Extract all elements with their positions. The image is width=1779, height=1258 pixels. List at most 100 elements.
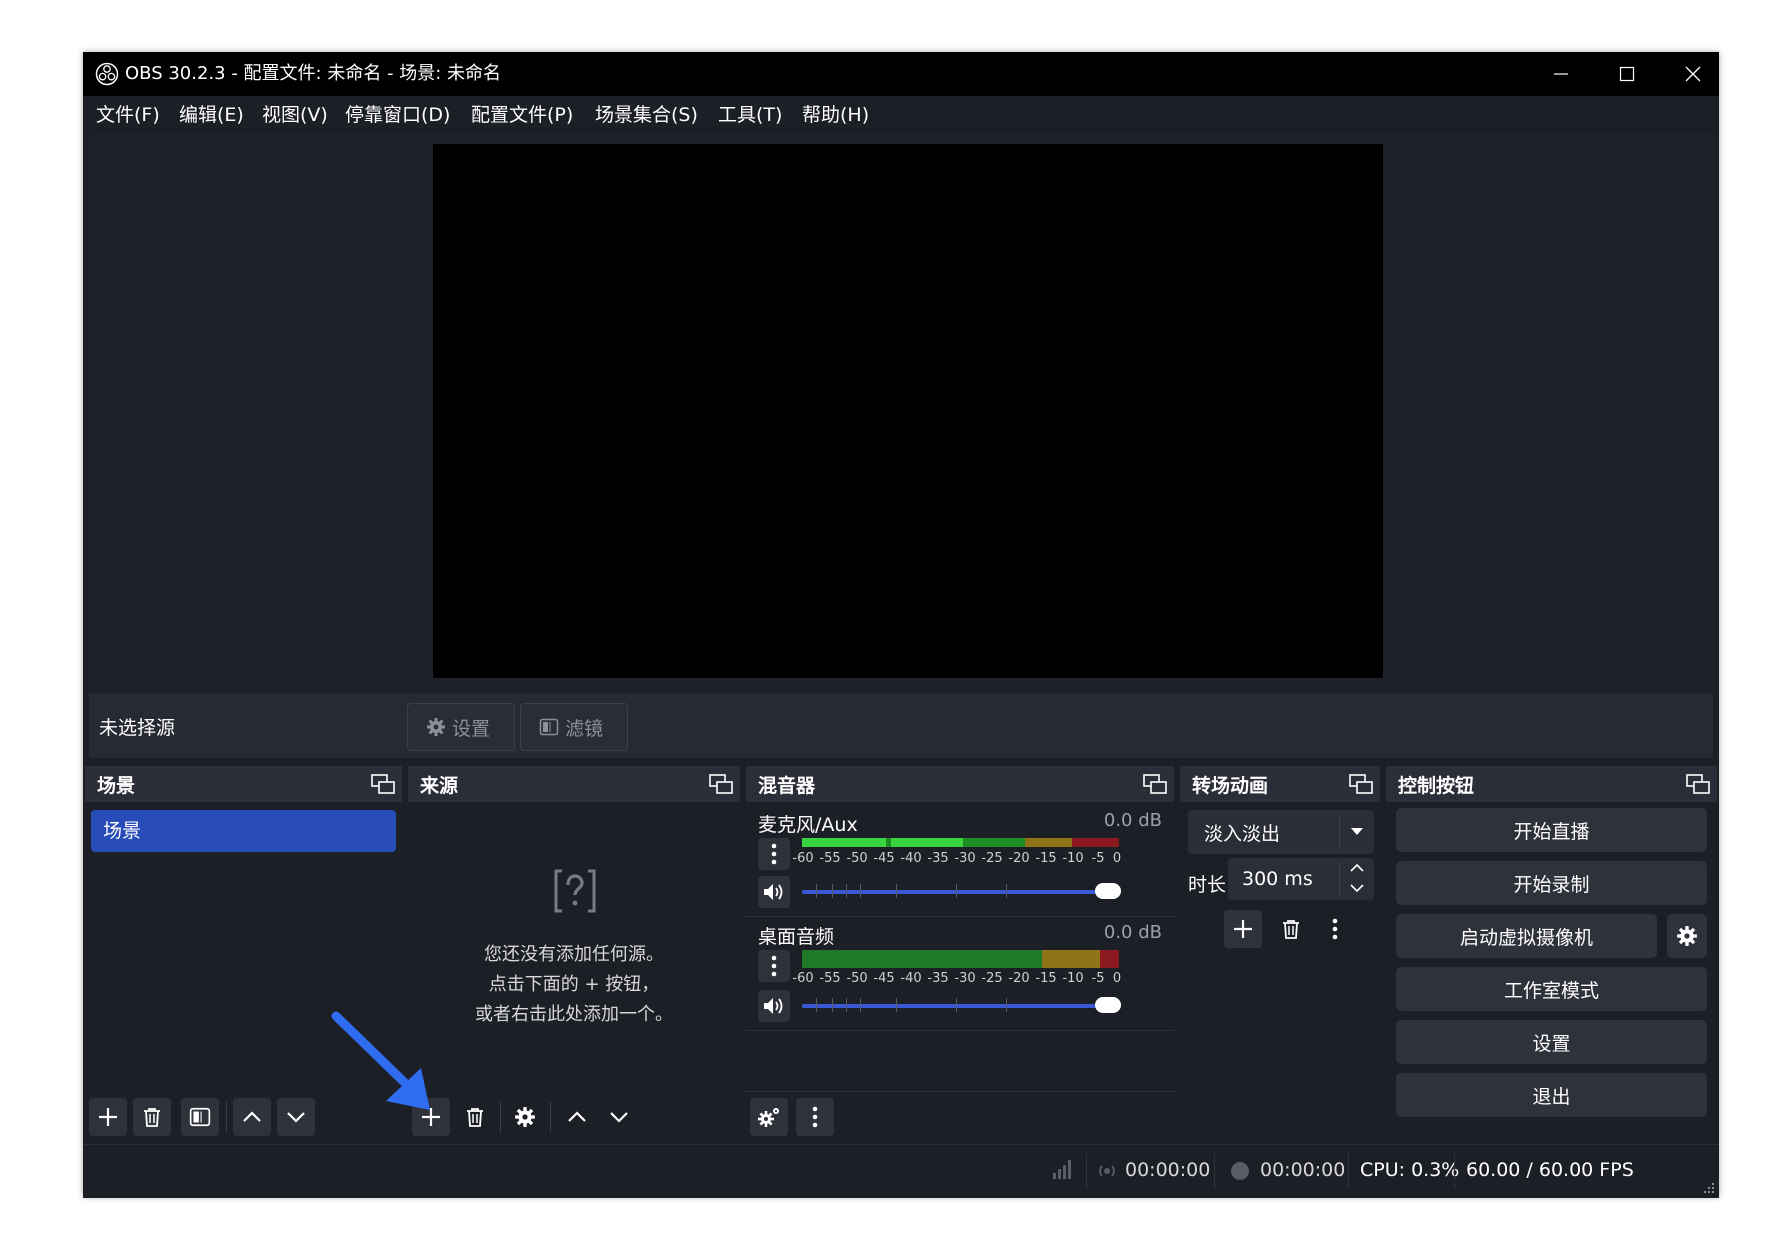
stream-time: 00:00:00 (1125, 1159, 1211, 1181)
cpu-usage: CPU: 0.3% (1360, 1159, 1460, 1181)
scenes-title: 场景 (97, 775, 136, 797)
mixer-dock-header: 混音器 (746, 766, 1174, 802)
move-source-down-button[interactable] (600, 1098, 638, 1136)
close-button[interactable] (1669, 58, 1717, 90)
empty-sources-line-1: 您还没有添加任何源。 (484, 944, 664, 965)
minimize-button[interactable] (1537, 58, 1585, 90)
duration-label: 时长 (1188, 874, 1227, 896)
source-properties-button[interactable] (506, 1098, 544, 1136)
volume-slider-handle[interactable] (1095, 997, 1121, 1013)
menu-docks[interactable]: 停靠窗口(D) (345, 102, 450, 128)
record-time: 00:00:00 (1260, 1159, 1346, 1181)
menu-file[interactable]: 文件(F) (96, 102, 160, 128)
scene-filters-button[interactable] (181, 1098, 219, 1136)
audio-meter (802, 838, 1119, 847)
sources-dock-header: 来源 (408, 766, 740, 802)
close-icon (1685, 66, 1701, 82)
start-recording-button[interactable]: 开始录制 (1396, 861, 1707, 905)
maximize-button[interactable] (1603, 58, 1651, 90)
mute-button[interactable] (758, 876, 790, 908)
undock-icon[interactable] (1348, 772, 1374, 796)
empty-sources-line-2: 点击下面的 + 按钮， (488, 974, 660, 995)
channel-menu-button[interactable] (758, 950, 790, 982)
empty-sources-line-3: 或者右击此处添加一个。 (475, 1004, 673, 1025)
gear-icon (515, 1107, 535, 1127)
duration-value: 300 ms (1242, 868, 1313, 890)
scenes-dock-header: 场景 (85, 766, 402, 802)
controls-dock: 控制按钮 开始直播 开始录制 启动虚拟摄像机 工作室模式 设置 退出 (1386, 766, 1717, 1144)
maximize-icon (1619, 66, 1635, 82)
source-filters-button[interactable]: 滤镜 (520, 703, 628, 751)
resize-grip-icon[interactable] (1703, 1182, 1715, 1194)
menu-help[interactable]: 帮助(H) (802, 102, 869, 128)
mixer-channel-mic: 麦克风/Aux 0.0 dB -60 -55 -50 -45 -40 -35 -30 -25-… (746, 802, 1174, 917)
mixer-dock: 混音器 麦克风/Aux 0.0 dB -60 -55 -50 -45 -40 -35 -30… (746, 766, 1174, 1144)
volume-slider[interactable] (802, 883, 1121, 899)
status-bar: 00:00:00 00:00:00 CPU: 0.3% 60.00 / 60.0… (83, 1144, 1719, 1198)
undock-icon[interactable] (708, 772, 734, 796)
transition-select-value: 淡入淡出 (1204, 822, 1281, 845)
broadcast-icon (1099, 1165, 1115, 1177)
exit-button[interactable]: 退出 (1396, 1073, 1707, 1117)
mixer-toolbar (746, 1091, 1174, 1144)
volume-slider-handle[interactable] (1095, 883, 1121, 899)
more-vertical-icon (812, 1106, 818, 1128)
start-virtual-camera-button[interactable]: 启动虚拟摄像机 (1396, 914, 1657, 958)
sources-title: 来源 (420, 775, 459, 797)
chevron-up-icon (243, 1111, 261, 1122)
source-settings-button[interactable]: 设置 (407, 703, 515, 751)
duration-input[interactable]: 300 ms (1228, 858, 1374, 900)
transition-properties-button[interactable] (1316, 910, 1354, 948)
transition-select[interactable]: 淡入淡出 (1188, 810, 1374, 854)
controls-title: 控制按钮 (1398, 775, 1475, 797)
undock-icon[interactable] (1142, 772, 1168, 796)
virtual-camera-settings-button[interactable] (1667, 914, 1707, 958)
add-scene-button[interactable] (89, 1098, 127, 1136)
advanced-audio-button[interactable] (750, 1098, 788, 1136)
menu-tools[interactable]: 工具(T) (718, 102, 782, 128)
spin-down-icon[interactable] (1350, 883, 1364, 893)
remove-source-button[interactable] (456, 1098, 494, 1136)
start-streaming-button[interactable]: 开始直播 (1396, 808, 1707, 852)
transitions-dock-header: 转场动画 (1180, 766, 1380, 802)
move-scene-up-button[interactable] (233, 1098, 271, 1136)
filter-icon (539, 718, 559, 736)
settings-button[interactable]: 设置 (1396, 1020, 1707, 1064)
menu-profile[interactable]: 配置文件(P) (471, 102, 573, 128)
gears-icon (758, 1108, 779, 1127)
question-mark-icon (554, 869, 596, 913)
studio-mode-button[interactable]: 工作室模式 (1396, 967, 1707, 1011)
trash-icon (144, 1108, 160, 1127)
controls-body: 开始直播 开始录制 启动虚拟摄像机 工作室模式 设置 退出 (1386, 802, 1717, 1144)
menu-view[interactable]: 视图(V) (262, 102, 328, 128)
menu-edit[interactable]: 编辑(E) (179, 102, 244, 128)
source-context-bar: 未选择源 设置 滤镜 (89, 693, 1713, 758)
add-transition-button[interactable] (1224, 910, 1262, 948)
menu-scene-collection[interactable]: 场景集合(S) (595, 102, 698, 128)
record-indicator-icon (1231, 1162, 1249, 1180)
undock-icon[interactable] (1685, 772, 1711, 796)
plus-icon (99, 1108, 117, 1126)
controls-dock-header: 控制按钮 (1386, 766, 1717, 802)
move-source-up-button[interactable] (558, 1098, 596, 1136)
preview-canvas[interactable] (433, 144, 1383, 678)
audio-meter (802, 950, 1119, 968)
source-filters-label: 滤镜 (565, 717, 604, 740)
move-scene-down-button[interactable] (277, 1098, 315, 1136)
gear-icon (1677, 926, 1697, 946)
scene-item[interactable]: 场景 (91, 810, 396, 852)
mute-button[interactable] (758, 990, 790, 1022)
undock-icon[interactable] (370, 772, 396, 796)
gear-icon (427, 718, 445, 736)
meter-scale: -60 -55 -50 -45 -40 -35 -30 -25 -20 -15 -10 -5 0 (792, 971, 1122, 986)
volume-slider[interactable] (802, 997, 1121, 1013)
spin-up-icon[interactable] (1350, 863, 1364, 873)
remove-transition-button[interactable] (1272, 910, 1310, 948)
channel-menu-button[interactable] (758, 838, 790, 870)
remove-scene-button[interactable] (133, 1098, 171, 1136)
mixer-menu-button[interactable] (796, 1098, 834, 1136)
sources-toolbar (408, 1092, 740, 1144)
dropdown-arrow-icon (1351, 828, 1363, 835)
fps-readout: 60.00 / 60.00 FPS (1466, 1159, 1634, 1181)
window-title: OBS 30.2.3 - 配置文件: 未命名 - 场景: 未命名 (125, 63, 502, 84)
